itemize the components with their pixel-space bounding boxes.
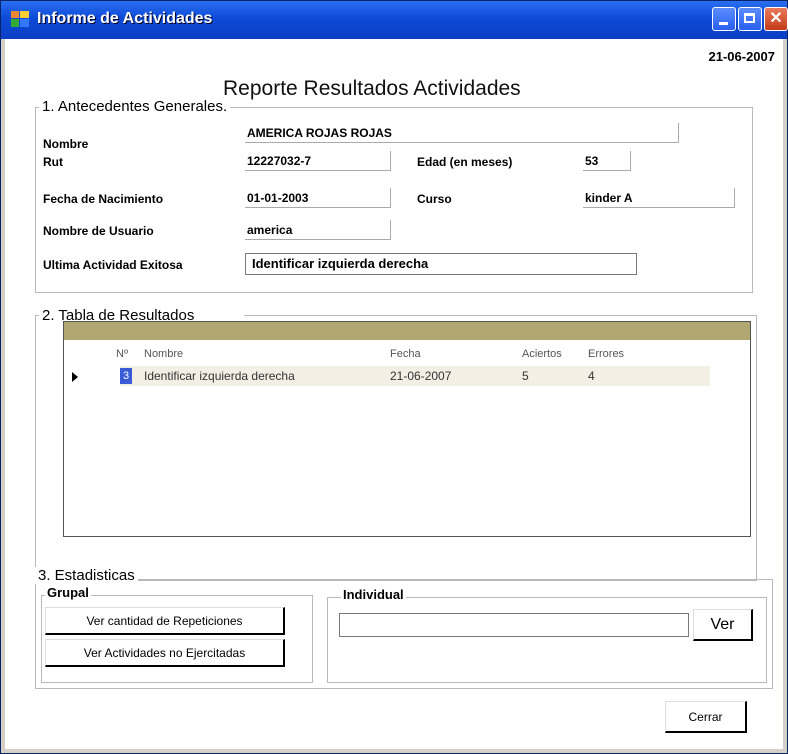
column-header-num[interactable]: Nº xyxy=(116,348,128,360)
fecha-nacimiento-value: 01-01-2003 xyxy=(245,188,391,208)
ultima-actividad-value: Identificar izquierda derecha xyxy=(245,253,637,275)
results-grid: Nº Nombre Fecha Aciertos Errores 3 Ident… xyxy=(63,321,751,537)
curso-value: kinder A xyxy=(583,188,735,208)
antecedentes-label: 1. Antecedentes Generales. xyxy=(39,98,231,115)
edad-label: Edad (en meses) xyxy=(417,155,513,169)
cerrar-button[interactable]: Cerrar xyxy=(665,701,747,733)
grupal-label: Grupal xyxy=(45,585,91,600)
rut-value: 12227032-7 xyxy=(245,151,391,171)
ver-button[interactable]: Ver xyxy=(693,609,753,641)
nombre-label: Nombre xyxy=(43,137,89,151)
maximize-icon xyxy=(739,8,761,30)
ver-repeticiones-button[interactable]: Ver cantidad de Repeticiones xyxy=(45,607,285,635)
estadisticas-label: 3. Estadisticas xyxy=(35,567,138,584)
column-header-aciertos[interactable]: Aciertos xyxy=(522,348,562,360)
individual-label: Individual xyxy=(341,587,406,602)
title-bar[interactable]: Informe de Actividades ✕ xyxy=(1,1,788,39)
maximize-button[interactable] xyxy=(738,7,762,31)
client-area: 21-06-2007 Reporte Resultados Actividade… xyxy=(5,39,783,749)
row-nombre-cell[interactable]: Identificar izquierda derecha xyxy=(144,369,295,383)
report-window: Informe de Actividades ✕ 21-06-2007 Repo… xyxy=(0,0,788,754)
column-header-errores[interactable]: Errores xyxy=(588,348,624,360)
row-selector-icon xyxy=(72,372,78,382)
nombre-value: AMERICA ROJAS ROJAS xyxy=(245,123,679,143)
individual-input[interactable] xyxy=(339,613,689,637)
ultima-actividad-label: Ultima Actividad Exitosa xyxy=(43,258,183,272)
row-errores-cell[interactable]: 4 xyxy=(588,369,595,383)
row-num-cell[interactable]: 3 xyxy=(120,368,132,384)
current-date: 21-06-2007 xyxy=(708,49,776,64)
app-icon xyxy=(11,11,29,27)
window-title: Informe de Actividades xyxy=(37,10,213,27)
rut-label: Rut xyxy=(43,155,63,169)
ver-no-ejercitadas-button[interactable]: Ver Actividades no Ejercitadas xyxy=(45,639,285,667)
fecha-nacimiento-label: Fecha de Nacimiento xyxy=(43,192,164,206)
close-button[interactable]: ✕ xyxy=(764,7,788,31)
minimize-icon xyxy=(713,8,735,30)
minimize-button[interactable] xyxy=(712,7,736,31)
report-title: Reporte Resultados Actividades xyxy=(223,77,521,100)
close-icon: ✕ xyxy=(769,10,783,27)
usuario-value: america xyxy=(245,220,391,240)
grid-header-bar xyxy=(64,322,750,340)
row-fecha-cell[interactable]: 21-06-2007 xyxy=(390,369,451,383)
column-header-fecha[interactable]: Fecha xyxy=(390,348,421,360)
column-header-nombre[interactable]: Nombre xyxy=(144,348,183,360)
curso-label: Curso xyxy=(417,192,452,206)
usuario-label: Nombre de Usuario xyxy=(43,224,154,238)
edad-value: 53 xyxy=(583,151,631,171)
row-aciertos-cell[interactable]: 5 xyxy=(522,369,529,383)
